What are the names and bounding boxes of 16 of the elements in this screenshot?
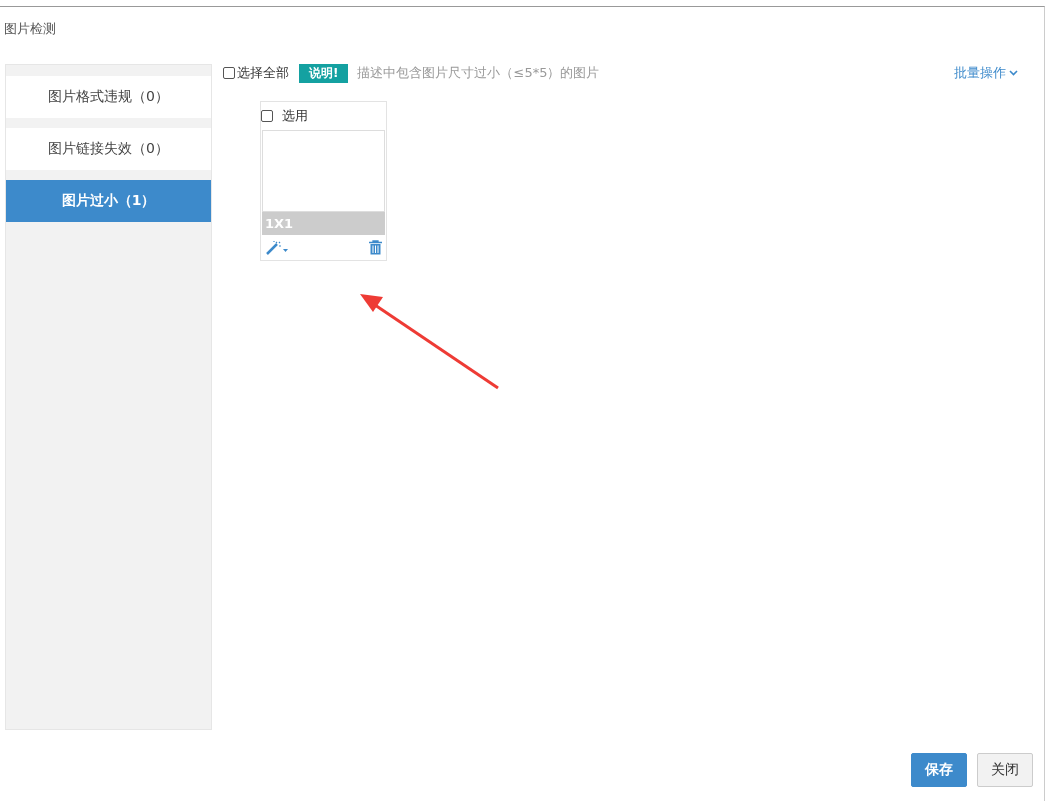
description-text: 描述中包含图片尺寸过小（≤5*5）的图片 bbox=[357, 64, 600, 82]
sidebar-item[interactable]: 图片链接失效（0） bbox=[6, 128, 211, 170]
magic-wand-icon[interactable] bbox=[265, 240, 289, 255]
info-badge: 说明! bbox=[299, 63, 349, 83]
select-all-checkbox[interactable]: 选择全部 bbox=[223, 64, 289, 82]
use-checkbox[interactable]: 选用 bbox=[261, 102, 386, 130]
dialog-title: 图片检测 bbox=[3, 20, 57, 38]
close-button[interactable]: 关闭 bbox=[977, 753, 1033, 787]
chevron-down-icon bbox=[1009, 70, 1018, 76]
checkbox[interactable] bbox=[261, 110, 273, 122]
save-button[interactable]: 保存 bbox=[911, 753, 967, 787]
trash-icon[interactable] bbox=[369, 240, 382, 255]
batch-menu-link[interactable]: 批量操作 bbox=[954, 64, 1018, 82]
checkbox[interactable] bbox=[223, 67, 235, 79]
sidebar-item[interactable]: 图片过小（1） bbox=[6, 180, 211, 222]
sidebar-item[interactable]: 图片格式违规（0） bbox=[6, 76, 211, 118]
